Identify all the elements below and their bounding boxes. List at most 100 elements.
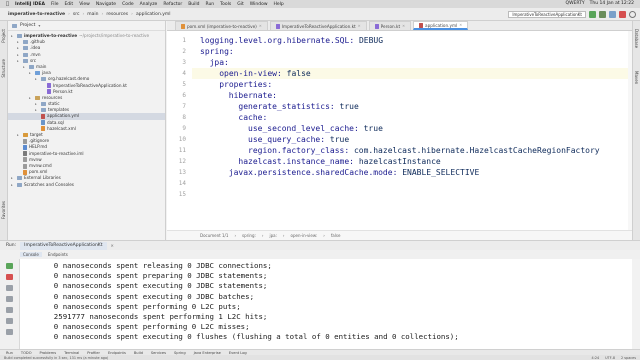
restore-layout-icon[interactable] [6,285,13,291]
code-line[interactable]: hazelcast.instance_name: hazelcastInstan… [238,156,440,167]
app-menu[interactable]: IntelliJ IDEA [15,2,45,7]
code-line[interactable]: use_second_level_cache: true [248,123,383,134]
expand-arrow-icon[interactable]: ▸ [11,182,15,188]
expand-arrow-icon[interactable]: ▸ [17,132,21,138]
debug-icon[interactable] [599,11,606,18]
line-number: 11 [178,147,186,154]
editor-tab[interactable]: pom.xml (imperative-to-reactive) ✕ [175,21,268,30]
tool-favorites[interactable]: Favorites [1,201,6,219]
code-line[interactable]: jpa: [210,57,229,68]
stop-icon[interactable] [619,11,626,18]
menu-refactor[interactable]: Refactor [163,2,182,7]
apple-icon[interactable]:  [6,1,9,7]
menu-view[interactable]: View [79,2,90,7]
tool-window-tab[interactable]: Endpoints [108,351,126,355]
tab-endpoints[interactable]: Endpoints [48,252,68,257]
scroll-to-end-icon[interactable] [6,307,13,313]
tree-item[interactable]: ▸ Scratches and Consoles [8,182,165,188]
rerun-icon[interactable] [6,263,13,269]
menu-window[interactable]: Window [250,2,268,7]
code-line[interactable]: region.factory_class: com.hazelcast.hibe… [248,145,600,156]
coverage-icon[interactable] [609,11,616,18]
code-line[interactable]: spring: [200,46,234,57]
expand-arrow-icon[interactable]: ▸ [23,64,27,70]
indent-setting[interactable]: 2 spaces [621,356,636,360]
caret-position[interactable]: 4:24 [592,356,600,360]
menu-run[interactable]: Run [206,2,215,7]
breadcrumb-spring[interactable]: spring: [242,233,256,238]
expand-arrow-icon[interactable]: ▸ [35,76,39,82]
run-icon[interactable] [589,11,596,18]
status-message[interactable]: Build completed successfully in 3 sec, 1… [4,356,108,360]
menu-analyze[interactable]: Analyze [140,2,158,7]
run-console-output[interactable]: 0 nanoseconds spent releasing 0 JDBC con… [20,259,632,349]
tool-database[interactable]: Database [634,29,639,48]
breadcrumb-src[interactable]: src [73,12,80,17]
tool-window-tab[interactable]: Profiler [87,351,100,355]
code-line[interactable]: logging.level.org.hibernate.SQL: DEBUG [200,35,383,46]
tool-maven[interactable]: Maven [634,71,639,84]
breadcrumb-jpa[interactable]: jpa: [269,233,276,238]
expand-arrow-icon[interactable]: ▸ [29,95,33,101]
breadcrumb-main[interactable]: main [87,12,98,17]
clear-all-icon[interactable] [6,329,13,335]
tool-window-tab[interactable]: Terminal [64,351,79,355]
print-icon[interactable] [6,318,13,324]
code-editor[interactable]: 1 2 3 4 5 6 7 8 9 10 11 12 13 14 15 logging.level.org.… [167,31,632,230]
tool-window-tab[interactable]: Java Enterprise [194,351,221,355]
code-line[interactable]: generate_statistics: true [238,101,358,112]
expand-arrow-icon[interactable]: ▸ [17,58,21,64]
tool-window-tab[interactable]: TODO [21,351,32,355]
menu-git[interactable]: Git [237,2,244,7]
run-configuration-select[interactable]: ImperativeToReactiveApplicationKt [508,11,586,18]
close-tab-icon[interactable]: ✕ [402,24,405,28]
menu-help[interactable]: Help [274,2,284,7]
tool-structure[interactable]: Structure [1,59,6,78]
keyboard-layout[interactable]: QWERTY [566,1,585,6]
code-line[interactable]: properties: [219,79,272,90]
expand-arrow-icon[interactable]: ▸ [29,70,33,76]
code-line[interactable]: use_query_cache: true [248,134,349,145]
search-icon[interactable] [629,11,636,18]
tool-window-tab[interactable]: Build [134,351,143,355]
editor-tab[interactable]: application.yml ✕ [413,21,469,30]
close-icon[interactable]: ✕ [111,243,114,248]
menu-edit[interactable]: Edit [64,2,73,7]
menu-navigate[interactable]: Navigate [96,2,116,7]
code-line[interactable]: javax.persistence.sharedCache.mode: ENAB… [229,167,479,178]
tool-window-tab[interactable]: Event Log [229,351,247,355]
menu-build[interactable]: Build [188,2,199,7]
code-line[interactable]: cache: [238,112,267,123]
menu-code[interactable]: Code [122,2,134,7]
tool-window-tab[interactable]: Problems [40,351,57,355]
breadcrumb-false[interactable]: false [331,233,341,238]
clock[interactable]: Thu 14 Jan at 12:22 [590,1,634,6]
run-config-tab[interactable]: ImperativeToReactiveApplicationKt [20,241,107,250]
code-line[interactable]: hibernate: [229,90,277,101]
menu-tools[interactable]: Tools [220,2,231,7]
project-panel-title[interactable]: Project [20,23,35,28]
menu-file[interactable]: File [51,2,59,7]
close-tab-icon[interactable]: ✕ [459,23,462,27]
tool-window-tab[interactable]: Run [6,351,13,355]
breadcrumb-resources[interactable]: resources [106,12,128,17]
editor-tab[interactable]: ImperativeToReactiveApplication.kt ✕ [269,21,367,30]
close-tab-icon[interactable]: ✕ [259,24,262,28]
code-line[interactable]: open-in-view: false [219,68,311,79]
breadcrumb-document[interactable]: Document 1/1 [200,233,228,238]
close-tab-icon[interactable]: ✕ [358,24,361,28]
expand-arrow-icon[interactable]: ▸ [35,107,39,113]
file-encoding[interactable]: UTF-8 [605,356,615,360]
breadcrumb-project[interactable]: imperative-to-reactive [8,12,65,17]
tool-window-tab[interactable]: Spring [174,351,186,355]
tab-console[interactable]: Console [20,252,42,257]
breadcrumb-open-in-view[interactable]: open-in-view: [291,233,318,238]
tool-window-tab[interactable]: Services [151,351,166,355]
chevron-down-icon[interactable]: ▾ [38,23,40,28]
editor-tab[interactable]: Person.kt ✕ [368,21,412,30]
stop-icon[interactable] [6,274,13,280]
tool-project[interactable]: Project [1,29,6,43]
soft-wrap-icon[interactable] [6,296,13,302]
breadcrumb-file[interactable]: application.yml [136,12,171,17]
expand-arrow-icon[interactable]: ▸ [11,33,15,39]
